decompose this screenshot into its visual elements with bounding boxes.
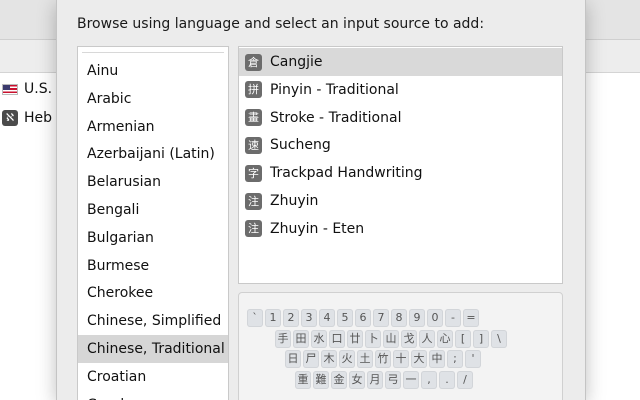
keyboard-key: 人 xyxy=(419,330,435,348)
keyboard-key: 8 xyxy=(391,309,407,327)
keyboard-row: ` 1 2 3 4 5 6 7 8 9 0- = xyxy=(247,309,479,327)
language-item[interactable]: Belarusian xyxy=(78,168,228,196)
language-item[interactable]: Chinese, Traditional xyxy=(78,335,228,363)
us-flag-icon xyxy=(2,83,18,95)
input-source-label: Zhuyin - Eten xyxy=(270,220,365,237)
zhuyin-icon: 注 xyxy=(245,192,262,210)
language-list[interactable]: Ainu Arabic Armenian Azerbaijani (Latin) Bel… xyxy=(77,46,229,400)
keyboard-key: 3 xyxy=(301,309,317,327)
keyboard-key: 難 xyxy=(313,371,329,389)
pinyin-icon: 拼 xyxy=(245,81,262,99)
installed-source-label: Heb xyxy=(24,110,53,126)
handwriting-icon: 字 xyxy=(245,164,262,182)
input-source-item[interactable]: 速 Sucheng xyxy=(239,131,562,159)
keyboard-key: 金 xyxy=(331,371,347,389)
keyboard-key: 0 xyxy=(427,309,443,327)
keyboard-key: 2 xyxy=(283,309,299,327)
keyboard-key: 水 xyxy=(311,330,327,348)
language-item[interactable]: Bulgarian xyxy=(78,224,228,252)
keyboard-key: 心 xyxy=(437,330,453,348)
input-source-label: Stroke - Traditional xyxy=(270,109,402,126)
language-item[interactable]: Arabic xyxy=(78,85,228,113)
keyboard-key: 尸 xyxy=(303,350,319,368)
input-source-label: Zhuyin xyxy=(270,193,319,209)
keyboard-row: 重難金女月弓一,. / xyxy=(295,371,473,389)
stroke-icon: 畫 xyxy=(245,109,262,127)
language-item[interactable]: Azerbaijani (Latin) xyxy=(78,140,228,168)
keyboard-key: ] xyxy=(473,330,489,348)
keyboard-key: 1 xyxy=(265,309,281,327)
input-source-label: Pinyin - Traditional xyxy=(270,81,399,98)
keyboard-key: 火 xyxy=(339,350,355,368)
language-item[interactable]: Cherokee xyxy=(78,279,228,307)
keyboard-key: / xyxy=(457,371,473,389)
keyboard-key: 4 xyxy=(319,309,335,327)
add-input-source-sheet: Browse using language and select an inpu… xyxy=(56,0,586,400)
input-source-list[interactable]: 倉 Cangjie 拼 Pinyin - Traditional 畫 Stroke - T… xyxy=(238,46,563,284)
keyboard-key: 手 xyxy=(275,330,291,348)
keyboard-key: = xyxy=(463,309,479,327)
language-item[interactable]: Chinese, Simplified xyxy=(78,307,228,335)
language-item[interactable]: Armenian xyxy=(78,113,228,141)
input-source-item[interactable]: 倉 Cangjie xyxy=(239,48,562,76)
keyboard-key: ; xyxy=(447,350,463,368)
sheet-prompt: Browse using language and select an inpu… xyxy=(77,16,485,32)
keyboard-key: 廿 xyxy=(347,330,363,348)
input-source-item[interactable]: 注 Zhuyin xyxy=(239,187,562,215)
keyboard-key: ' xyxy=(465,350,481,368)
keyboard-key: [ xyxy=(455,330,471,348)
keyboard-key: 大 xyxy=(411,350,427,368)
language-item[interactable]: Czech xyxy=(78,391,228,400)
keyboard-key: 女 xyxy=(349,371,365,389)
language-item[interactable]: Croatian xyxy=(78,363,228,391)
input-source-label: Cangjie xyxy=(270,54,323,70)
keyboard-key: 戈 xyxy=(401,330,417,348)
input-source-item[interactable]: 畫 Stroke - Traditional xyxy=(239,104,562,132)
input-source-item[interactable]: 拼 Pinyin - Traditional xyxy=(239,76,562,104)
input-source-item[interactable]: 注 Zhuyin - Eten xyxy=(239,215,562,243)
keyboard-preview: ` 1 2 3 4 5 6 7 8 9 0- = 手田水口廿卜山戈人心[] \ 日尸木火土竹十大中; ' 重難金… xyxy=(238,292,563,400)
hebrew-input-icon: ℵ xyxy=(2,110,18,126)
language-item[interactable]: Burmese xyxy=(78,252,228,280)
keyboard-row: 日尸木火土竹十大中; ' xyxy=(285,350,481,368)
installed-source-label: U.S. xyxy=(24,81,53,97)
keyboard-key: 土 xyxy=(357,350,373,368)
keyboard-key: 7 xyxy=(373,309,389,327)
keyboard-key: 口 xyxy=(329,330,345,348)
keyboard-key: 木 xyxy=(321,350,337,368)
keyboard-key: 重 xyxy=(295,371,311,389)
language-item[interactable]: Bengali xyxy=(78,196,228,224)
input-source-label: Sucheng xyxy=(270,137,331,154)
keyboard-key: 山 xyxy=(383,330,399,348)
cangjie-icon: 倉 xyxy=(245,53,262,71)
keyboard-key: 竹 xyxy=(375,350,391,368)
keyboard-key: ` xyxy=(247,309,263,327)
keyboard-key: 十 xyxy=(393,350,409,368)
keyboard-key: 6 xyxy=(355,309,371,327)
zhuyin-eten-icon: 注 xyxy=(245,220,262,238)
keyboard-key: 一 xyxy=(403,371,419,389)
keyboard-key: , xyxy=(421,371,437,389)
keyboard-key: 中 xyxy=(429,350,445,368)
keyboard-key: 日 xyxy=(285,350,301,368)
keyboard-key: 卜 xyxy=(365,330,381,348)
keyboard-key: 月 xyxy=(367,371,383,389)
language-item[interactable]: Ainu xyxy=(78,57,228,85)
input-source-item[interactable]: 字 Trackpad Handwriting xyxy=(239,159,562,187)
input-source-label: Trackpad Handwriting xyxy=(270,165,423,182)
keyboard-key: 弓 xyxy=(385,371,401,389)
keyboard-key: - xyxy=(445,309,461,327)
keyboard-key: . xyxy=(439,371,455,389)
keyboard-key: 田 xyxy=(293,330,309,348)
keyboard-key: \ xyxy=(491,330,507,348)
keyboard-key: 9 xyxy=(409,309,425,327)
list-divider xyxy=(82,52,224,53)
keyboard-row: 手田水口廿卜山戈人心[] \ xyxy=(275,330,507,348)
keyboard-key: 5 xyxy=(337,309,353,327)
sucheng-icon: 速 xyxy=(245,136,262,154)
